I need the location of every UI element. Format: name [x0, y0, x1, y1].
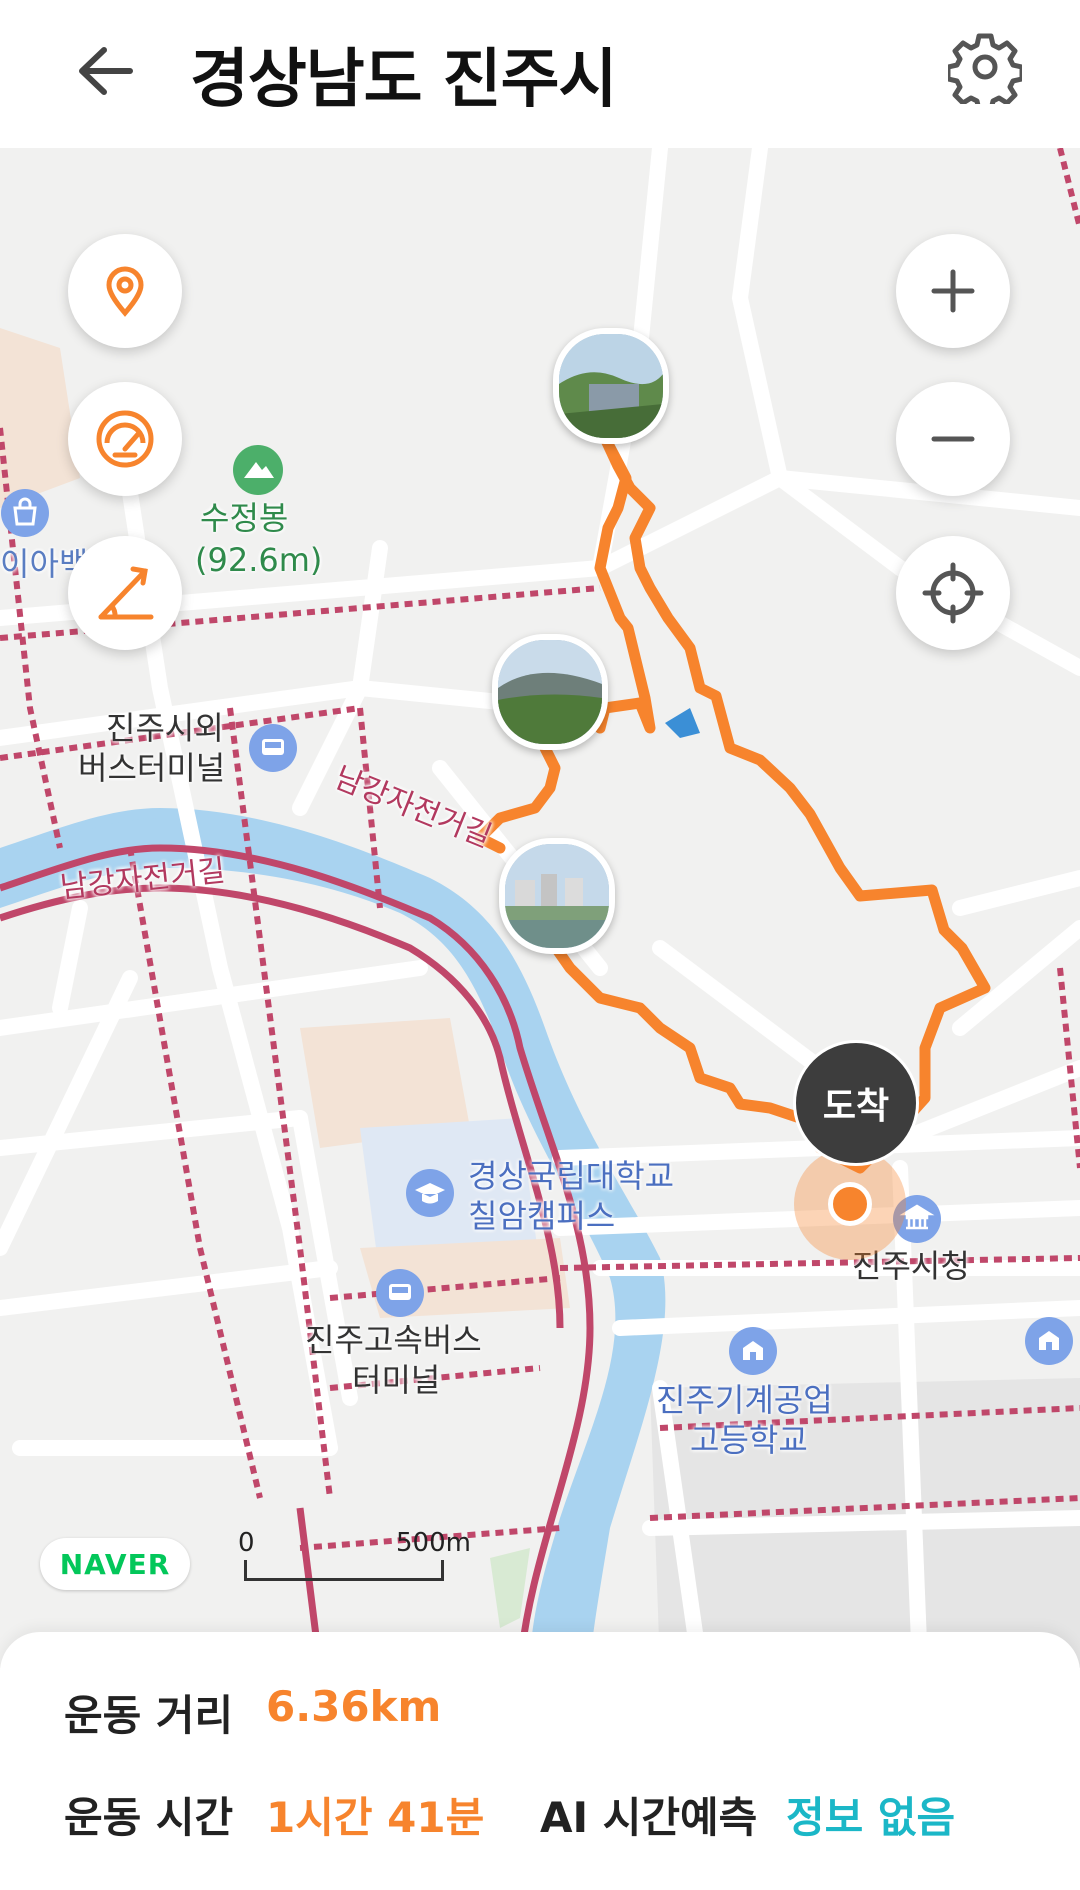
school-icon: [729, 1327, 777, 1375]
arrival-badge: 도착: [793, 1040, 919, 1166]
photo-thumbnail: [498, 640, 602, 744]
ai-prediction-value: 정보 없음: [786, 1793, 956, 1842]
zoom-out-icon: [931, 436, 975, 442]
photo-thumbnail: [505, 844, 609, 948]
time-value: 1시간 41분: [266, 1793, 485, 1842]
photo-marker-1[interactable]: [553, 328, 669, 444]
bus-icon: [376, 1269, 424, 1317]
slope-button[interactable]: [68, 536, 182, 650]
university-label-1: 경상국립대학교: [468, 1157, 675, 1195]
page-title: 경상남도 진주시: [190, 43, 617, 117]
school-label-1: 진주기계공업: [656, 1381, 833, 1419]
slope-icon: [98, 566, 154, 620]
speed-button[interactable]: [68, 382, 182, 496]
mountain-icon: [233, 445, 283, 495]
bus-icon: [249, 724, 297, 772]
bus-marker-1: [248, 723, 298, 777]
zoom-in-icon: [931, 269, 975, 313]
school-marker: [728, 1326, 778, 1380]
school-marker-2: [1024, 1316, 1074, 1370]
speedometer-icon: [96, 410, 154, 468]
shopping-bag-icon: [1, 489, 49, 537]
current-location-button[interactable]: [896, 536, 1010, 650]
peak-marker: [232, 444, 284, 500]
photo-marker-2[interactable]: [492, 634, 608, 750]
photo-thumbnail: [559, 334, 663, 438]
bus-terminal-label-2: 버스터미널: [78, 749, 226, 787]
university-label-2: 칠암캠퍼스: [468, 1197, 616, 1235]
map-view[interactable]: 수정봉 (92.6m) 이아백화 진주시외 버스터미널 남강자전거길 남강자전거…: [0, 148, 1080, 1668]
express-bus-label-2: 터미널: [352, 1361, 441, 1399]
distance-value: 6.36km: [266, 1682, 442, 1731]
ai-prediction-label: AI 시간예측: [540, 1793, 758, 1842]
arrow-left-icon: [79, 47, 133, 95]
location-button[interactable]: [68, 234, 182, 348]
scale-start: 0: [238, 1528, 255, 1558]
photo-marker-3[interactable]: [499, 838, 615, 954]
peak-name: 수정봉: [200, 499, 289, 537]
zoom-in-button[interactable]: [896, 234, 1010, 348]
university-marker: [405, 1168, 455, 1222]
gear-icon: [945, 33, 1025, 113]
bus-terminal-label-1: 진주시외: [106, 709, 224, 747]
distance-label: 운동 거리: [64, 1691, 234, 1740]
app-header: 경상남도 진주시: [0, 0, 1080, 148]
zoom-out-button[interactable]: [896, 382, 1010, 496]
express-bus-label-1: 진주고속버스: [305, 1321, 482, 1359]
school-label-2: 고등학교: [690, 1421, 808, 1459]
naver-logo: NAVER: [40, 1538, 190, 1590]
location-pin-icon: [106, 266, 144, 317]
workout-stats-panel: 운동 거리 6.36km 운동 시간 1시간 41분 AI 시간예측 정보 없음: [0, 1632, 1080, 1890]
shopping-marker: [0, 488, 50, 542]
time-label: 운동 시간: [64, 1793, 234, 1842]
scale-end: 500m: [396, 1528, 471, 1558]
scale-bar: [244, 1560, 444, 1581]
bus-marker-2: [375, 1268, 425, 1322]
back-button[interactable]: [70, 36, 150, 106]
current-location-dot: [828, 1182, 872, 1226]
crosshair-icon: [922, 562, 984, 624]
graduation-cap-icon: [406, 1169, 454, 1217]
settings-button[interactable]: [945, 30, 1025, 113]
peak-height: (92.6m): [195, 541, 323, 579]
school-icon: [1025, 1317, 1073, 1365]
